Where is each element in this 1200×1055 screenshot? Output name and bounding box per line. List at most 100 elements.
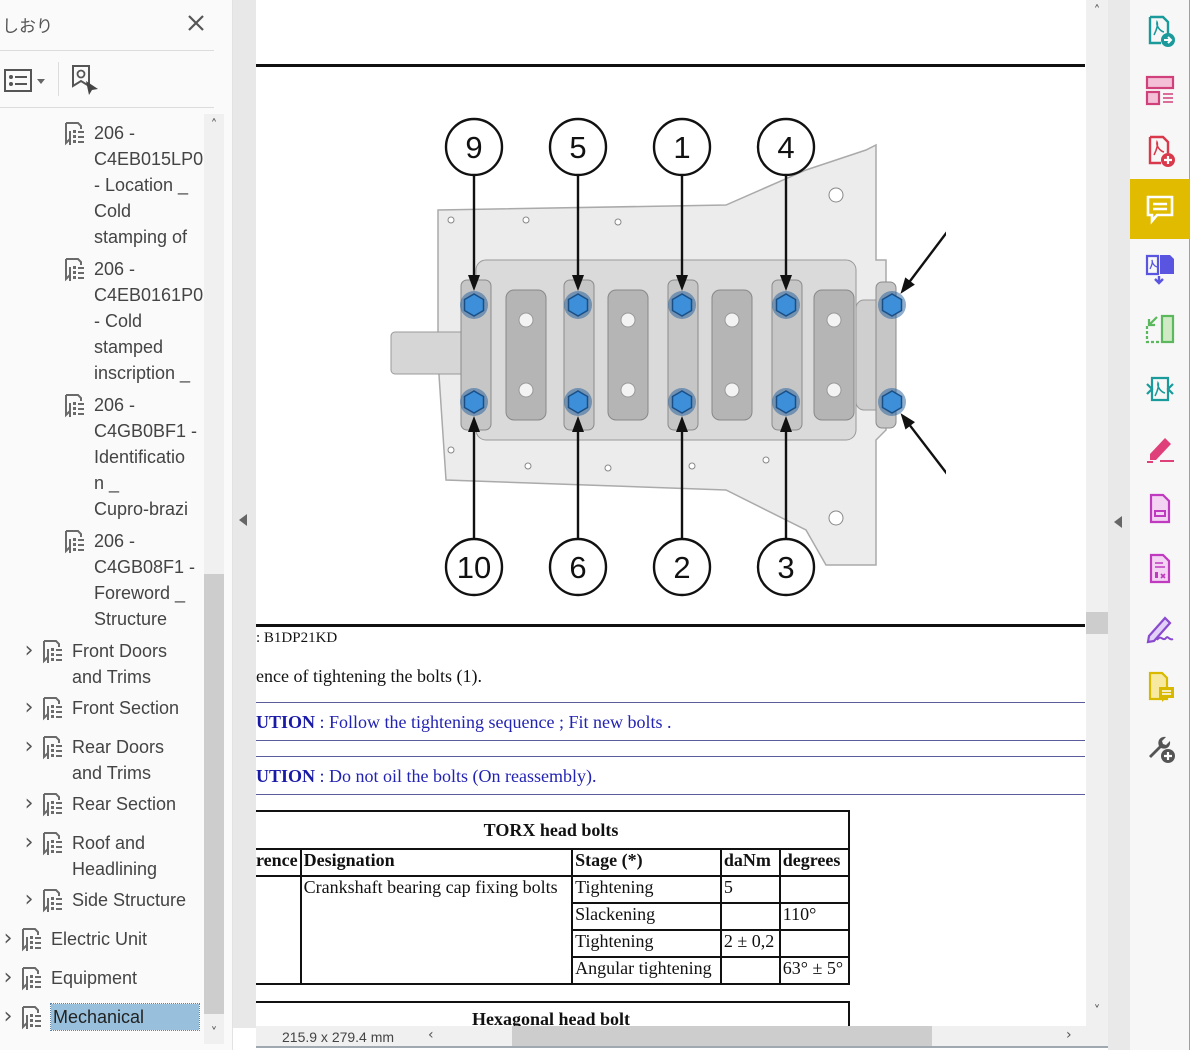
scrollbar-thumb[interactable]: [204, 574, 224, 1014]
figure-reference: : B1DP21KD: [256, 630, 338, 646]
tool-create-pdf[interactable]: [1130, 121, 1190, 181]
tool-combine-files[interactable]: [1130, 239, 1190, 299]
tool-edit-pdf[interactable]: [1130, 479, 1190, 539]
bookmark-item[interactable]: 206 - C4EB015LP0 - Location _ Cold stamp…: [62, 120, 203, 250]
bookmark-item[interactable]: 206 - C4GB08F1 - Foreword _ Structure: [62, 528, 195, 632]
tool-add-notes[interactable]: [1130, 657, 1190, 717]
close-bookmarks-button[interactable]: [183, 10, 209, 36]
bookmark-item[interactable]: › Side Structure: [18, 887, 186, 914]
expand-chevron-icon[interactable]: ›: [18, 793, 40, 815]
tool-request-signature[interactable]: [1130, 599, 1190, 659]
column-header-reference: rence: [256, 848, 302, 877]
column-header-stage: Stage (*): [571, 848, 722, 877]
callout-number: 10: [457, 550, 491, 585]
add-notes-icon: [1148, 671, 1174, 702]
callout-number: 6: [569, 550, 586, 585]
bookmark-item[interactable]: › Mechanical: [0, 1003, 200, 1031]
bookmark-item[interactable]: › Front Doors and Trims: [18, 638, 167, 690]
scroll-right-arrow[interactable]: ›: [1066, 1027, 1080, 1045]
bookmark-item[interactable]: › Rear Doors and Trims: [18, 734, 164, 786]
scrollbar-thumb[interactable]: [1086, 612, 1108, 634]
bookmark-icon: [62, 529, 88, 555]
more-tools-icon: [1149, 736, 1175, 763]
scroll-up-arrow[interactable]: ˄: [1086, 4, 1108, 19]
bookmarks-pane-splitter[interactable]: [233, 0, 256, 1028]
expand-chevron-icon[interactable]: ›: [18, 640, 40, 662]
stage-cell: Angular tightening: [571, 956, 722, 985]
tool-fill-sign[interactable]: [1130, 419, 1190, 479]
tool-redact[interactable]: [1130, 539, 1190, 599]
table-header-row: rence Designation Stage (*) daNm degrees: [256, 848, 851, 877]
figure-bottom-rule: [256, 624, 1085, 627]
designation-cell: Crankshaft bearing cap fixing bolts: [299, 875, 574, 985]
bookmark-item[interactable]: › Electric Unit: [0, 926, 147, 953]
horizontal-scrollbar-thumb[interactable]: [512, 1026, 932, 1046]
danm-cell: [719, 956, 781, 985]
tool-more-tools[interactable]: [1130, 717, 1190, 777]
bolt-head: [564, 291, 592, 319]
bookmark-label: 206 - C4EB0161P0 - Cold stamped inscript…: [94, 259, 204, 383]
bookmark-icon: [40, 792, 66, 818]
compress-pages-icon: [1145, 314, 1175, 344]
tool-send-for-review[interactable]: [1130, 359, 1190, 419]
table-caption: TORX head bolts: [256, 810, 850, 850]
bookmark-item[interactable]: 206 - C4EB0161P0 - Cold stamped inscript…: [62, 256, 203, 386]
arrowhead: [900, 277, 915, 294]
tool-organize-pages[interactable]: [1130, 61, 1190, 121]
tool-export-pdf[interactable]: [1130, 1, 1190, 61]
scroll-left-arrow[interactable]: ‹: [428, 1027, 442, 1045]
expand-chevron-icon[interactable]: ›: [0, 928, 19, 950]
request-signature-icon: [1146, 616, 1174, 644]
scroll-down-arrow[interactable]: ˅: [1086, 1004, 1108, 1019]
torx-bolts-table: TORX head bolts rence Designation Stage …: [256, 810, 851, 985]
column-header-degrees: degrees: [778, 848, 851, 877]
caution-keyword: UTION: [256, 712, 316, 732]
collapse-left-pane-arrow[interactable]: [239, 514, 247, 526]
scroll-down-arrow[interactable]: ˅: [204, 1026, 224, 1042]
find-current-bookmark-button[interactable]: [70, 64, 102, 96]
bookmark-item[interactable]: › Roof and Headlining: [18, 830, 157, 882]
document-vertical-scrollbar[interactable]: ˄ ˅: [1086, 0, 1108, 1026]
arrowhead: [900, 413, 916, 430]
expand-chevron-icon[interactable]: ›: [0, 967, 19, 989]
bolt-head: [668, 388, 696, 416]
column-header-danm: daNm: [719, 848, 781, 877]
tool-compress-pages[interactable]: [1130, 299, 1190, 359]
stage-cell: Tightening: [571, 929, 722, 958]
expand-chevron-icon[interactable]: ›: [18, 736, 40, 758]
bolt-head: [772, 291, 800, 319]
bookmark-label: 206 - C4GB0BF1 - Identificatio n _ Cupro…: [94, 395, 198, 519]
bookmark-icon: [40, 696, 66, 722]
callout-number: 4: [777, 130, 794, 165]
expand-chevron-icon[interactable]: ›: [18, 697, 40, 719]
caution-top-rule: [256, 702, 1085, 703]
expand-chevron-icon[interactable]: ›: [18, 832, 40, 854]
bookmark-item[interactable]: › Front Section: [18, 695, 179, 722]
document-page: 9 5 1 4 8 10 6 2 3 7 : B1DP21KD ence of tightenin…: [256, 0, 1086, 1026]
tool-comment[interactable]: [1130, 179, 1190, 239]
bolt-head: [460, 291, 488, 319]
list-options-icon: [4, 69, 45, 92]
callout-number: 1: [673, 130, 690, 165]
expand-chevron-icon[interactable]: ›: [18, 889, 40, 911]
scroll-up-arrow[interactable]: ˄: [204, 118, 224, 134]
bookmark-options-button[interactable]: [4, 68, 48, 94]
tools-pane-splitter[interactable]: [1108, 0, 1130, 1050]
caution-text: : Follow the tightening sequence ; Fit n…: [315, 712, 672, 732]
callout-number: 5: [569, 130, 586, 165]
create-pdf-icon: [1148, 135, 1175, 167]
bookmark-item[interactable]: › Equipment: [0, 965, 137, 992]
bookmark-icon: [62, 257, 88, 283]
expand-chevron-icon[interactable]: ›: [0, 1006, 19, 1028]
expand-tools-pane-arrow[interactable]: [1114, 516, 1122, 528]
leader-line: [901, 415, 946, 475]
caution-bottom-rule: [256, 794, 1085, 795]
crankshaft-bolt-sequence-figure: 9 5 1 4 8 10 6 2 3 7: [390, 117, 946, 597]
table-caption: Hexagonal head bolt: [256, 1001, 850, 1026]
bookmarks-scrollbar[interactable]: ˄ ˅: [204, 114, 224, 1044]
bookmark-label: Front Doors and Trims: [72, 641, 168, 687]
caution-keyword: UTION: [256, 766, 316, 786]
bookmark-item[interactable]: › Rear Section: [18, 791, 176, 818]
bookmark-item[interactable]: 206 - C4GB0BF1 - Identificatio n _ Cupro…: [62, 392, 197, 522]
table-row: Crankshaft bearing cap fixing bolts Tigh…: [256, 875, 851, 985]
